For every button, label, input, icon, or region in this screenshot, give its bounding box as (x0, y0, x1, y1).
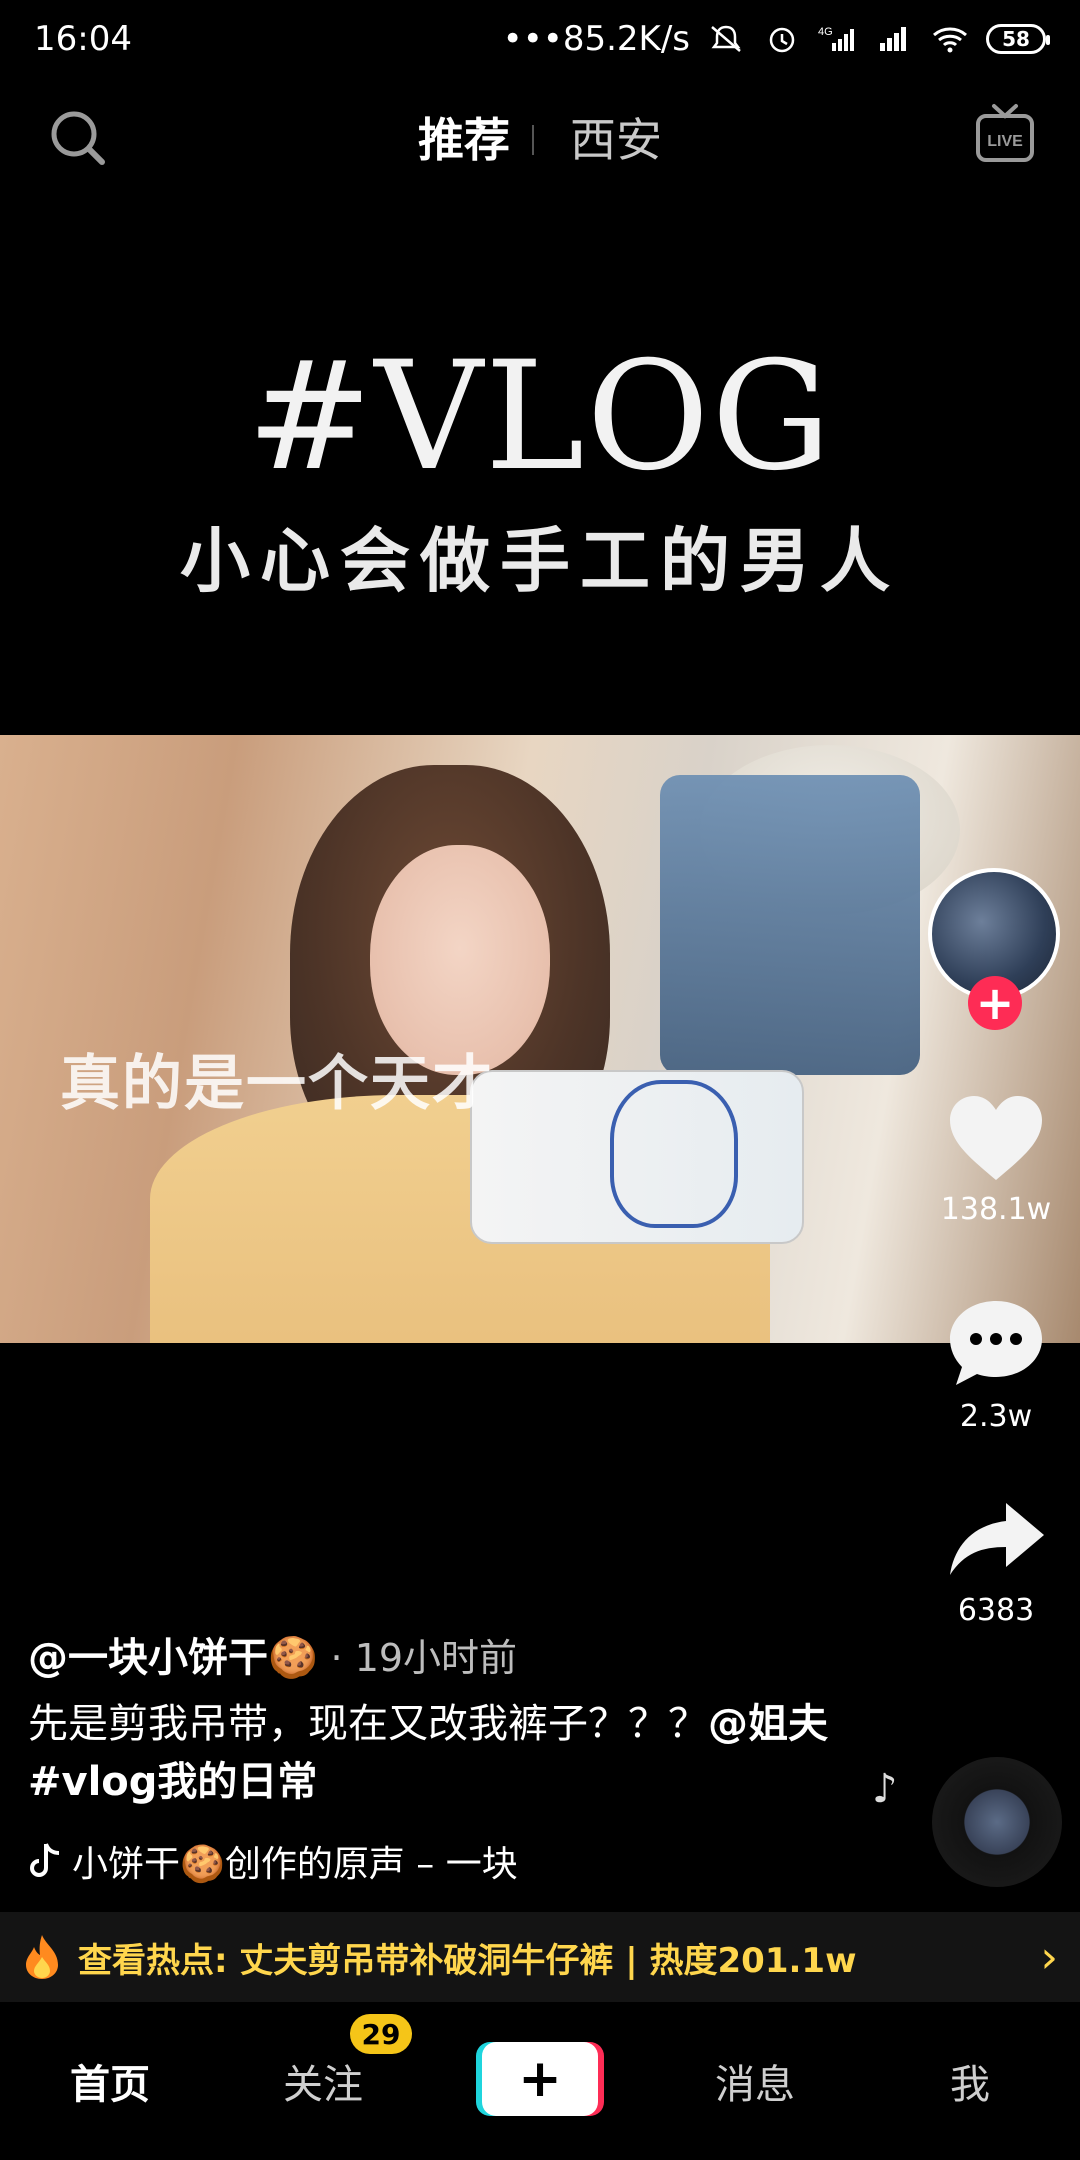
create-button[interactable]: + (482, 2042, 598, 2116)
video-title: #VLOG (246, 330, 834, 504)
hashtag-link[interactable]: #vlog我的日常 (28, 1759, 317, 1805)
alarm-icon (769, 27, 795, 53)
nav-follow[interactable]: 关注 (283, 2052, 363, 2110)
hot-topic-text: 查看热点: 丈夫剪吊带补破洞牛仔裤 | 热度201.1w (78, 1940, 857, 1981)
wifi-icon (933, 27, 967, 53)
nav-me[interactable]: 我 (950, 2052, 990, 2110)
music-disc[interactable] (932, 1757, 1062, 1887)
comment-button[interactable]: 2.3w (934, 1295, 1058, 1434)
fire-icon (26, 1935, 58, 1979)
author-avatar-container[interactable]: + (928, 868, 1064, 1030)
mute-icon (711, 25, 741, 52)
hot-topic-bar[interactable]: 查看热点: 丈夫剪吊带补破洞牛仔裤 | 热度201.1w › (0, 1912, 1080, 2002)
follow-badge: 29 (350, 2014, 412, 2054)
share-button[interactable]: 6383 (934, 1495, 1058, 1628)
phone-case-drawing (610, 1080, 738, 1228)
share-icon[interactable] (944, 1495, 1048, 1585)
svg-text:LIVE: LIVE (987, 133, 1023, 150)
bottom-nav: 首页 关注 29 + 消息 我 (0, 2002, 1080, 2160)
video-caption-overlay: 真的是一个天才 (60, 1049, 494, 1119)
like-count: 138.1w (940, 1192, 1052, 1227)
comment-count: 2.3w (959, 1399, 1033, 1434)
top-bar: 推荐 西安 LIVE (0, 100, 1080, 190)
tiktok-note-icon (30, 1843, 60, 1877)
signal-icon (880, 27, 906, 51)
music-info[interactable]: 小饼干🍪创作的原声 – 一块 (28, 1835, 518, 1887)
battery-level: 58 (1002, 27, 1030, 51)
like-button[interactable]: 138.1w (934, 1092, 1058, 1227)
tab-divider (532, 125, 534, 155)
status-bar: 16:04 •••85.2K/s 4G 58 (0, 0, 1080, 78)
mention-link[interactable]: @姐夫 (708, 1701, 828, 1747)
author-line: @一块小饼干🍪 · 19小时前 (28, 1625, 517, 1683)
nav-messages[interactable]: 消息 (715, 2052, 795, 2110)
battery-indicator: 58 (986, 24, 1050, 54)
svg-text:4G: 4G (818, 26, 833, 38)
tab-xian[interactable]: 西安 (570, 110, 662, 170)
post-time: · 19小时前 (330, 1636, 518, 1680)
signal-4g-icon: 4G (818, 26, 854, 51)
status-icons: •••85.2K/s 4G 58 (502, 19, 1050, 59)
post-description: 先是剪我吊带，现在又改我裤子？？？@姐夫 #vlog我的日常 (28, 1695, 848, 1811)
music-title: 小饼干🍪创作的原声 – 一块 (72, 1844, 518, 1885)
author-name[interactable]: @一块小饼干🍪 (28, 1635, 318, 1681)
heart-icon[interactable] (944, 1092, 1048, 1184)
video-frame[interactable]: 真的是一个天才 (0, 735, 1080, 1343)
live-icon[interactable]: LIVE (974, 102, 1036, 164)
share-count: 6383 (957, 1593, 1035, 1628)
bag-graphic (660, 775, 920, 1075)
description-text: 先是剪我吊带，现在又改我裤子？？？ (28, 1701, 708, 1747)
nav-home[interactable]: 首页 (70, 2052, 150, 2110)
follow-plus-icon[interactable]: + (968, 976, 1022, 1030)
search-icon[interactable] (48, 108, 108, 168)
comment-icon[interactable] (944, 1295, 1048, 1391)
tab-recommend[interactable]: 推荐 (418, 110, 510, 170)
network-speed: •••85.2K/s (502, 19, 690, 59)
status-time: 16:04 (34, 19, 132, 59)
video-subtitle: 小心会做手工的男人 (180, 520, 900, 602)
music-note-icon: ♪ (872, 1766, 898, 1812)
chevron-right-icon[interactable]: › (1040, 1932, 1058, 1983)
